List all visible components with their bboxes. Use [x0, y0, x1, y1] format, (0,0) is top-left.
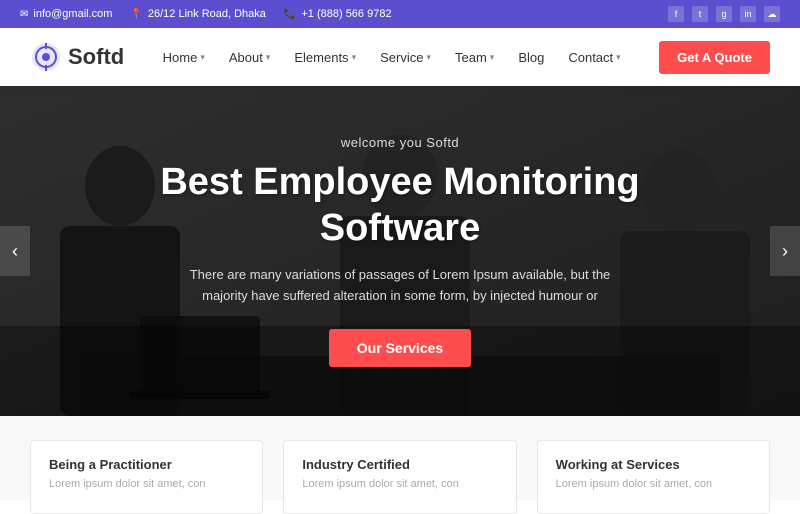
hero-next-button[interactable]: › — [770, 226, 800, 276]
nav-links: Home ▾ About ▾ Elements ▾ Service ▾ Team… — [153, 44, 631, 71]
logo[interactable]: Softd — [30, 41, 124, 73]
cloud-icon[interactable]: ☁ — [764, 6, 780, 22]
chevron-down-icon: ▾ — [490, 52, 495, 63]
chevron-down-icon: ▾ — [616, 52, 621, 63]
address-info: 📍 26/12 Link Road, Dhaka — [130, 8, 265, 20]
logo-text: Softd — [68, 44, 124, 70]
chevron-down-icon: ▾ — [200, 52, 205, 63]
feature-card-1: Industry Certified Lorem ipsum dolor sit… — [283, 440, 516, 514]
feature-text-0: Lorem ipsum dolor sit amet, con — [49, 478, 244, 490]
our-services-button[interactable]: Our Services — [329, 329, 471, 367]
chevron-down-icon: ▾ — [352, 52, 357, 63]
hero-title: Best Employee Monitoring Software — [160, 160, 639, 251]
nav-home[interactable]: Home ▾ — [153, 44, 215, 71]
phone-info: 📞 +1 (888) 566 9782 — [284, 8, 392, 20]
chevron-down-icon: ▾ — [266, 52, 271, 63]
feature-title-2: Working at Services — [556, 457, 751, 472]
feature-text-2: Lorem ipsum dolor sit amet, con — [556, 478, 751, 490]
facebook-icon[interactable]: f — [668, 6, 684, 22]
hero-title-line2: Software — [320, 207, 480, 249]
hero-section: welcome you Softd Best Employee Monitori… — [0, 86, 800, 416]
nav-service[interactable]: Service ▾ — [370, 44, 441, 71]
nav-blog[interactable]: Blog — [508, 44, 554, 71]
social-links: f t g in ☁ — [668, 6, 780, 22]
feature-section: Being a Practitioner Lorem ipsum dolor s… — [0, 416, 800, 500]
address-text: 26/12 Link Road, Dhaka — [148, 8, 266, 20]
top-bar-left: ✉ info@gmail.com 📍 26/12 Link Road, Dhak… — [20, 8, 392, 20]
hero-description: There are many variations of passages of… — [180, 265, 620, 307]
feature-title-1: Industry Certified — [302, 457, 497, 472]
location-icon: 📍 — [130, 9, 142, 20]
nav-about[interactable]: About ▾ — [219, 44, 281, 71]
feature-card-0: Being a Practitioner Lorem ipsum dolor s… — [30, 440, 263, 514]
navbar: Softd Home ▾ About ▾ Elements ▾ Service … — [0, 28, 800, 86]
feature-text-1: Lorem ipsum dolor sit amet, con — [302, 478, 497, 490]
nav-team[interactable]: Team ▾ — [445, 44, 504, 71]
hero-title-line1: Best Employee Monitoring — [160, 161, 639, 203]
twitter-icon[interactable]: t — [692, 6, 708, 22]
feature-card-2: Working at Services Lorem ipsum dolor si… — [537, 440, 770, 514]
nav-contact[interactable]: Contact ▾ — [558, 44, 630, 71]
phone-text: +1 (888) 566 9782 — [301, 8, 391, 20]
instagram-icon[interactable]: in — [740, 6, 756, 22]
hero-content: welcome you Softd Best Employee Monitori… — [0, 86, 800, 416]
hero-prev-button[interactable]: ‹ — [0, 226, 30, 276]
email-info: ✉ info@gmail.com — [20, 8, 112, 20]
nav-elements[interactable]: Elements ▾ — [284, 44, 366, 71]
email-text: info@gmail.com — [33, 8, 112, 20]
chevron-down-icon: ▾ — [426, 52, 431, 63]
email-icon: ✉ — [20, 9, 28, 20]
top-bar: ✉ info@gmail.com 📍 26/12 Link Road, Dhak… — [0, 0, 800, 28]
feature-title-0: Being a Practitioner — [49, 457, 244, 472]
get-quote-button[interactable]: Get A Quote — [659, 41, 770, 74]
googleplus-icon[interactable]: g — [716, 6, 732, 22]
hero-subtitle: welcome you Softd — [341, 135, 459, 150]
phone-icon: 📞 — [284, 9, 296, 20]
logo-icon — [30, 41, 62, 73]
